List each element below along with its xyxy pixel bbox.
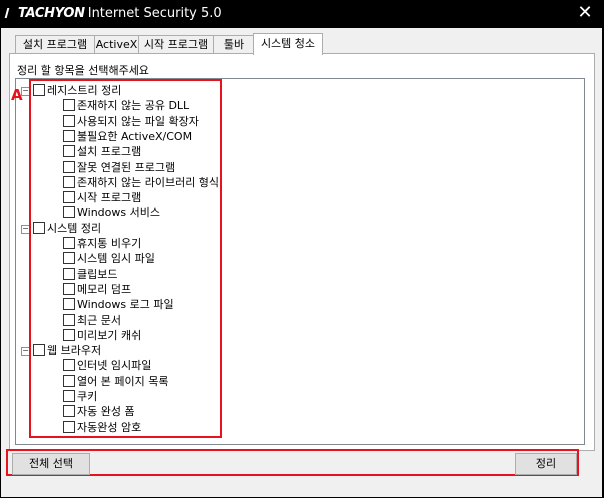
tab-toolbar[interactable]: 툴바 [213, 35, 255, 54]
title-bar: TACHYON Internet Security 5.0 ✕ [0, 0, 604, 28]
tab-installed-programs[interactable]: 설치 프로그램 [15, 35, 95, 54]
tab-activex[interactable]: ActiveX [94, 35, 139, 54]
app-window: TACHYON Internet Security 5.0 ✕ 설치 프로그램 A… [0, 0, 604, 498]
tab-startup-programs[interactable]: 시작 프로그램 [138, 35, 214, 54]
window-body: 설치 프로그램 ActiveX 시작 프로그램 툴바 시스템 청소 정리 할 항… [1, 28, 602, 497]
annotation-box-b [6, 449, 579, 476]
brand-name: TACHYON [18, 6, 85, 21]
app-logo: TACHYON Internet Security 5.0 [4, 6, 222, 21]
annotation-label-a: A [11, 86, 23, 104]
annotation-box-a [29, 79, 222, 438]
tab-system-cleanup[interactable]: 시스템 청소 [253, 33, 323, 55]
window-title: Internet Security 5.0 [87, 6, 222, 21]
instruction-label: 정리 할 항목을 선택해주세요 [17, 64, 149, 77]
close-button[interactable]: ✕ [574, 3, 596, 23]
select-all-button[interactable]: 전체 선택 [12, 453, 90, 475]
clean-button[interactable]: 정리 [515, 453, 577, 475]
